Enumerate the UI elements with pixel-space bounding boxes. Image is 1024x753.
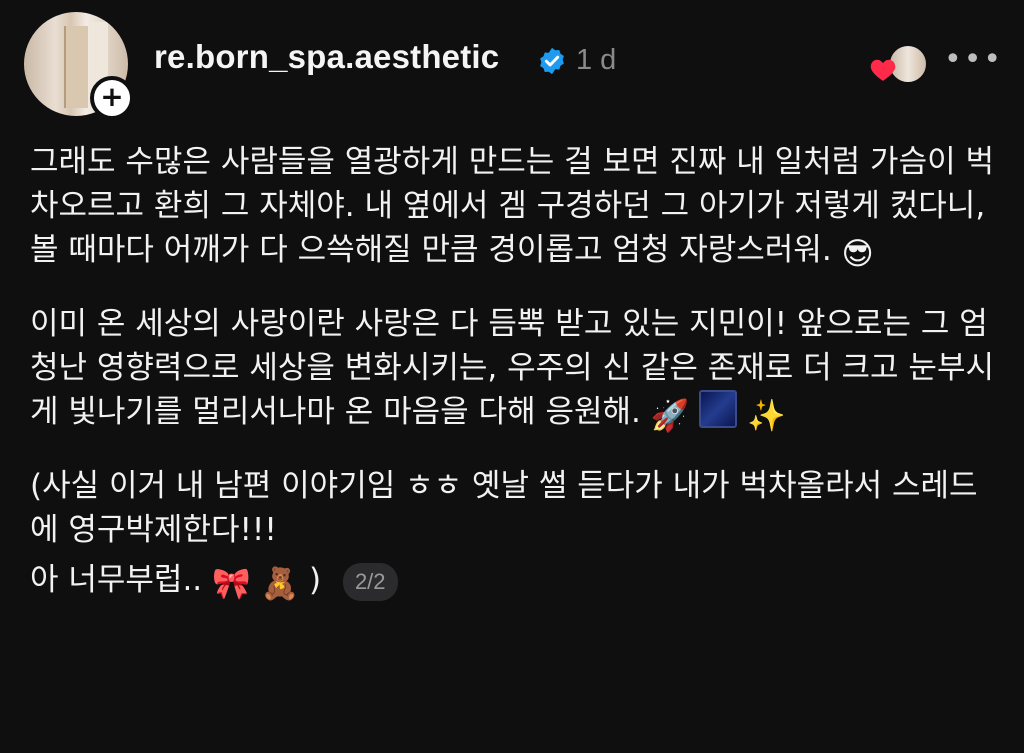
milky-way-emoji-icon [699, 390, 738, 428]
heart-icon [870, 59, 896, 81]
teddy-bear-emoji-icon: 🧸 [260, 566, 300, 602]
page-indicator-badge: 2/2 [342, 562, 398, 601]
author-avatar[interactable]: + [24, 12, 134, 120]
username[interactable]: re.born_spa.aesthetic [154, 38, 499, 76]
ribbon-emoji-icon: 🎀 [212, 566, 251, 602]
paragraph-2-text: 이미 온 세상의 사랑이란 사랑은 다 듬뿍 받고 있는 지민이! 앞으로는 그… [30, 306, 994, 430]
verified-badge-icon [540, 47, 564, 75]
follow-button[interactable]: + [90, 76, 134, 120]
paragraph-3: (사실 이거 내 남편 이야기임 ㅎㅎ 옛날 썰 듣다가 내가 벅차올라서 스레… [30, 464, 1005, 552]
plus-icon: + [100, 80, 124, 113]
paragraph-4-text: 아 너무부럽.. [30, 562, 203, 598]
closing-parenthesis: ) [308, 562, 322, 598]
sparkles-emoji-icon: ✨ [747, 398, 786, 434]
post-time: 1 d [576, 44, 617, 76]
paragraph-4: 아 너무부럽.. 🎀 🧸 ) 2/2 [30, 558, 1005, 606]
more-icon[interactable]: ••• [944, 45, 1003, 75]
paragraph-3-text: (사실 이거 내 남편 이야기임 ㅎㅎ 옛날 썰 듣다가 내가 벅차올라서 스레… [30, 468, 978, 548]
liked-by-indicator[interactable] [870, 44, 928, 84]
avatar-door-shape [64, 26, 88, 108]
rocket-emoji-icon: 🚀 [650, 398, 690, 434]
post-body: 그래도 수많은 사람들을 열광하게 만드는 걸 보면 진짜 내 일처럼 가슴이 … [30, 140, 1005, 632]
paragraph-2: 이미 온 세상의 사랑이란 사랑은 다 듬뿍 받고 있는 지민이! 앞으로는 그… [30, 302, 1005, 438]
sunglasses-emoji-icon: 😎 [841, 236, 874, 272]
paragraph-1: 그래도 수많은 사람들을 열광하게 만드는 걸 보면 진짜 내 일처럼 가슴이 … [30, 140, 1005, 276]
